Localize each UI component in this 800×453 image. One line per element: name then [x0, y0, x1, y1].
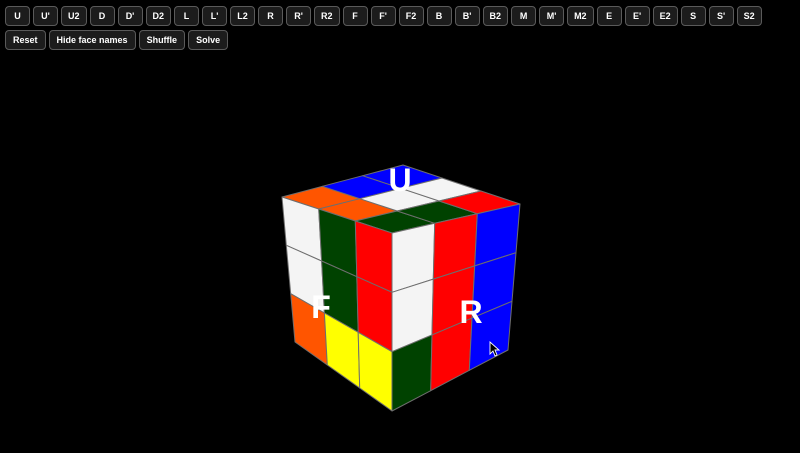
cube-canvas[interactable]: U F R — [0, 0, 800, 453]
rubiks-cube[interactable] — [281, 164, 521, 412]
face-label-right: R — [459, 294, 482, 330]
face-label-front: F — [311, 289, 331, 325]
face-label-up: U — [388, 162, 411, 198]
